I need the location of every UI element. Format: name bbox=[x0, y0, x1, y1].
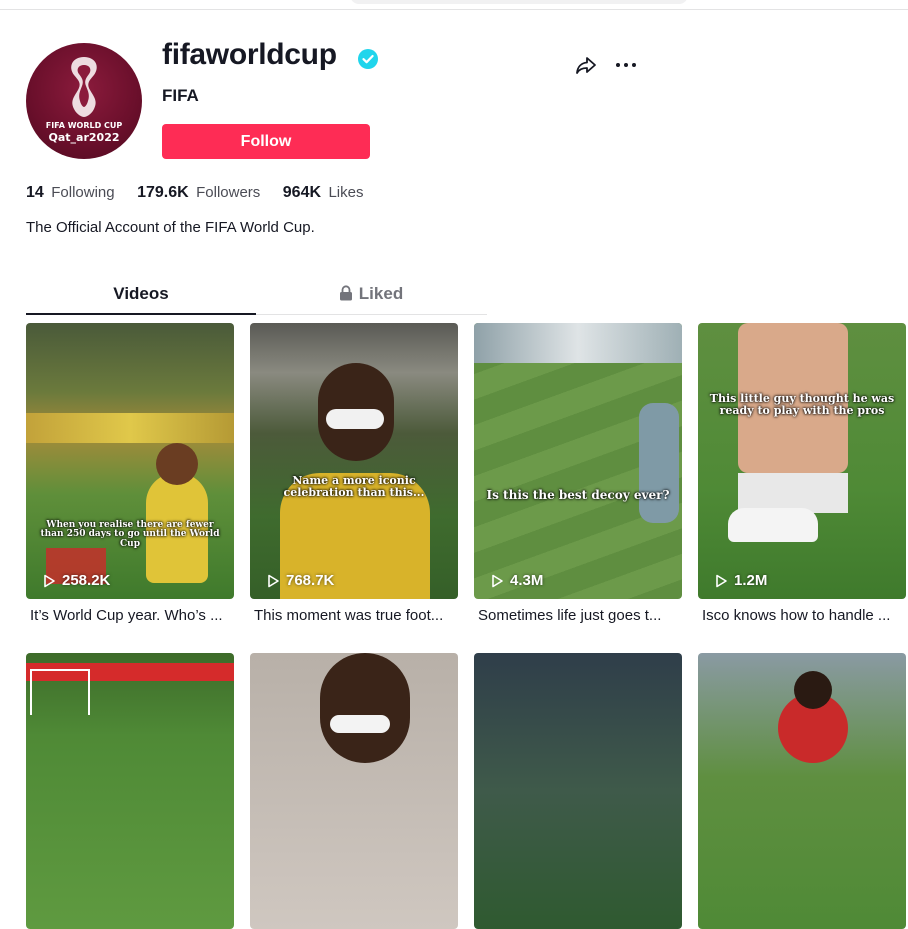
tab-liked[interactable]: Liked bbox=[256, 280, 486, 314]
stat-value: 179.6K bbox=[137, 184, 189, 201]
video-thumbnail[interactable] bbox=[698, 653, 906, 929]
play-icon bbox=[44, 574, 55, 587]
stat-following[interactable]: 14 Following bbox=[26, 184, 115, 202]
stat-label: Followers bbox=[196, 184, 261, 201]
profile-username: fifaworldcup bbox=[162, 38, 337, 71]
avatar-logo-subtext: Qat_ar2022 bbox=[48, 131, 120, 144]
video-thumbnail[interactable] bbox=[474, 653, 682, 929]
view-count: 768.7K bbox=[266, 572, 334, 589]
video-title[interactable]: Sometimes life just goes t... bbox=[478, 607, 682, 624]
verified-badge-icon bbox=[358, 49, 378, 69]
play-icon bbox=[268, 574, 279, 587]
video-thumbnail[interactable]: Is this the best decoy ever? 4.3M bbox=[474, 323, 682, 599]
video-title[interactable]: It’s World Cup year. Who’s ... bbox=[30, 607, 234, 624]
play-icon bbox=[492, 574, 503, 587]
video-thumbnail[interactable] bbox=[250, 653, 458, 929]
stat-label: Following bbox=[51, 184, 115, 201]
tab-videos[interactable]: Videos bbox=[26, 280, 256, 315]
avatar[interactable]: FIFA WORLD CUP Qat_ar2022 bbox=[26, 43, 142, 159]
video-overlay-text: Name a more iconic celebration than this… bbox=[283, 474, 425, 499]
play-icon bbox=[716, 574, 727, 587]
search-bar[interactable] bbox=[350, 0, 688, 4]
video-thumbnail[interactable]: This little guy thought he was ready to … bbox=[698, 323, 906, 599]
stat-value: 14 bbox=[26, 184, 44, 201]
video-overlay-text: Is this the best decoy ever? bbox=[486, 488, 670, 502]
video-thumbnail[interactable]: When you realise there are fewer than 25… bbox=[26, 323, 234, 599]
share-icon[interactable] bbox=[574, 53, 598, 77]
video-thumbnail[interactable] bbox=[26, 653, 234, 929]
view-count-text: 258.2K bbox=[62, 572, 111, 589]
tab-label: Liked bbox=[358, 284, 404, 303]
stat-label: Likes bbox=[328, 184, 364, 201]
video-thumbnail[interactable]: Name a more iconic celebration than this… bbox=[250, 323, 458, 599]
view-count: 258.2K bbox=[42, 572, 110, 589]
follow-button[interactable]: Follow bbox=[162, 124, 370, 159]
lock-icon bbox=[339, 285, 352, 301]
stat-value: 964K bbox=[282, 184, 322, 201]
video-title[interactable]: Isco knows how to handle ... bbox=[702, 607, 906, 624]
stat-likes: 964K Likes bbox=[283, 184, 364, 202]
view-count-text: 768.7K bbox=[286, 572, 335, 589]
avatar-logo-text: FIFA WORLD CUP bbox=[45, 121, 123, 130]
view-count: 4.3M bbox=[490, 572, 543, 589]
video-overlay-text: This little guy thought he was ready to … bbox=[709, 392, 895, 417]
tab-label: Videos bbox=[113, 284, 169, 303]
profile-bio: The Official Account of the FIFA World C… bbox=[26, 219, 315, 236]
profile-tabs: Videos Liked bbox=[26, 280, 487, 315]
profile-display-name: FIFA bbox=[162, 86, 199, 105]
view-count-text: 1.2M bbox=[734, 572, 768, 589]
top-header-bar bbox=[0, 0, 908, 10]
video-title[interactable]: This moment was true foot... bbox=[254, 607, 458, 624]
stat-followers[interactable]: 179.6K Followers bbox=[137, 184, 260, 202]
view-count: 1.2M bbox=[714, 572, 767, 589]
view-count-text: 4.3M bbox=[510, 572, 544, 589]
video-overlay-text: When you realise there are fewer than 25… bbox=[40, 520, 220, 549]
profile-stats: 14 Following 179.6K Followers 964K Likes bbox=[26, 184, 382, 202]
more-options-icon[interactable] bbox=[614, 54, 638, 76]
